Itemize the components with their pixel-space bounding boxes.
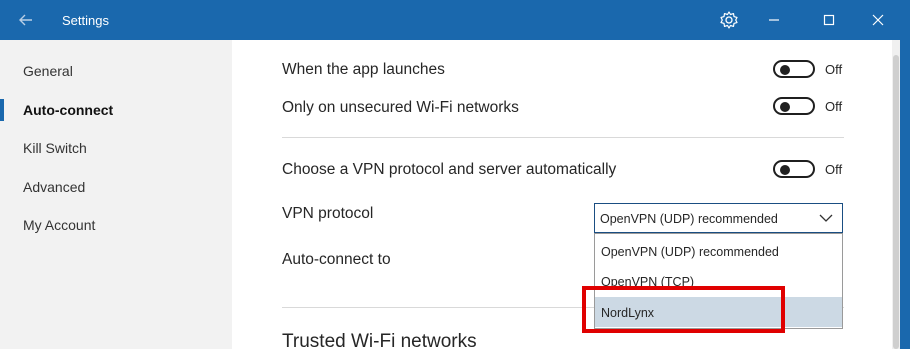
sidebar-item-advanced[interactable]: Advanced [0, 170, 232, 204]
trusted-networks-heading: Trusted Wi-Fi networks [282, 331, 477, 352]
protocol-option-udp[interactable]: OpenVPN (UDP) recommended [595, 236, 842, 266]
close-icon[interactable] [866, 9, 890, 31]
protocol-label: VPN protocol [282, 205, 374, 222]
sidebar-item-label: Kill Switch [23, 140, 87, 156]
sidebar-item-label: Advanced [23, 179, 86, 195]
unsecured-toggle[interactable] [773, 97, 815, 115]
sidebar: General Auto-connect Kill Switch Advance… [0, 40, 232, 349]
chevron-down-icon [819, 214, 833, 222]
title-bar: Settings [0, 0, 910, 40]
sidebar-item-kill-switch[interactable]: Kill Switch [0, 131, 232, 165]
auto-protocol-toggle[interactable] [773, 160, 815, 178]
back-arrow-icon[interactable] [14, 9, 38, 31]
sidebar-item-my-account[interactable]: My Account [0, 208, 232, 242]
divider [282, 137, 844, 138]
gear-icon[interactable] [718, 9, 740, 31]
scrollbar-thumb[interactable] [893, 55, 899, 349]
toggle-knob [780, 102, 790, 112]
autoconnect-to-label: Auto-connect to [282, 251, 391, 268]
launch-toggle[interactable] [773, 60, 815, 78]
protocol-selected-value: OpenVPN (UDP) recommended [600, 212, 778, 226]
sidebar-item-auto-connect[interactable]: Auto-connect [0, 93, 232, 127]
sidebar-item-label: My Account [23, 217, 96, 233]
sidebar-item-general[interactable]: General [0, 54, 232, 88]
toggle-knob [780, 65, 790, 75]
protocol-select[interactable]: OpenVPN (UDP) recommended [594, 203, 843, 233]
maximize-icon[interactable] [817, 9, 841, 31]
minimize-icon[interactable] [762, 9, 786, 31]
toggle-knob [780, 165, 790, 175]
launch-toggle-state: Off [825, 62, 843, 77]
option-label: OpenVPN (UDP) recommended [601, 245, 779, 259]
sidebar-item-label: General [23, 63, 73, 79]
window-title: Settings [62, 13, 109, 28]
auto-protocol-label: Choose a VPN protocol and server automat… [282, 161, 617, 178]
unsecured-toggle-state: Off [825, 99, 843, 114]
highlight-annotation [582, 286, 785, 333]
sidebar-item-label: Auto-connect [23, 102, 114, 118]
launch-label: When the app launches [282, 61, 445, 78]
unsecured-label: Only on unsecured Wi-Fi networks [282, 99, 519, 116]
auto-protocol-toggle-state: Off [825, 162, 843, 177]
window-border [900, 0, 910, 349]
